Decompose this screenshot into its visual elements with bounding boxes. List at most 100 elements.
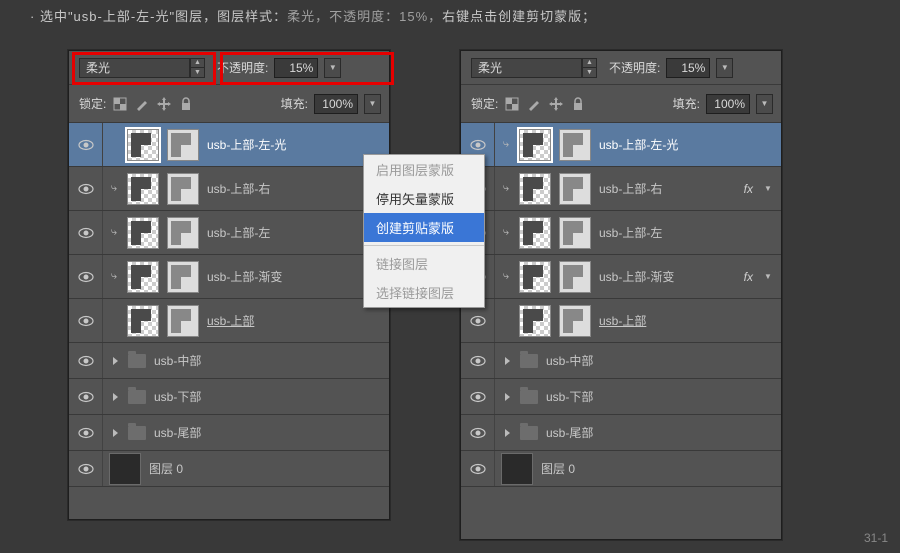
layer-name[interactable]: usb-上部-左 <box>207 224 270 241</box>
layer-thumbnail[interactable] <box>127 217 159 249</box>
fx-expand-icon[interactable]: ▼ <box>761 184 775 193</box>
layer-thumbnail[interactable] <box>519 129 551 161</box>
opacity-input[interactable]: 15% <box>666 58 710 78</box>
layer-name[interactable]: usb-下部 <box>154 388 201 405</box>
layer-row[interactable]: ⤷usb-上部-渐变 <box>69 255 389 299</box>
layer-name[interactable]: usb-上部 <box>599 312 646 329</box>
fill-input[interactable]: 100% <box>314 94 358 114</box>
vector-mask-thumbnail[interactable] <box>559 305 591 337</box>
visibility-toggle[interactable] <box>69 379 103 414</box>
disclosure-triangle-icon[interactable] <box>113 393 118 401</box>
layer-name[interactable]: 图层 0 <box>541 460 575 477</box>
layer-row[interactable]: usb-上部-左-光 <box>69 123 389 167</box>
disclosure-triangle-icon[interactable] <box>505 429 510 437</box>
layer-name[interactable]: usb-上部-左-光 <box>207 136 286 153</box>
visibility-toggle[interactable] <box>461 343 495 378</box>
fx-expand-icon[interactable]: ▼ <box>761 272 775 281</box>
fx-badge[interactable]: fx <box>744 270 753 284</box>
layer-name[interactable]: usb-上部-右 <box>207 180 270 197</box>
lock-move-icon[interactable] <box>156 96 172 112</box>
visibility-toggle[interactable] <box>69 415 103 450</box>
layer-row[interactable]: usb-下部 <box>69 379 389 415</box>
layer-name[interactable]: usb-中部 <box>154 352 201 369</box>
disclosure-triangle-icon[interactable] <box>505 357 510 365</box>
fill-dropdown[interactable]: ▼ <box>756 94 773 114</box>
vector-mask-thumbnail[interactable] <box>167 261 199 293</box>
blend-mode-select[interactable]: 柔光 ▲▼ <box>471 58 597 78</box>
visibility-toggle[interactable] <box>69 211 103 254</box>
opacity-dropdown[interactable]: ▼ <box>716 58 733 78</box>
vector-mask-thumbnail[interactable] <box>559 173 591 205</box>
vector-mask-thumbnail[interactable] <box>167 129 199 161</box>
fill-input[interactable]: 100% <box>706 94 750 114</box>
lock-all-icon[interactable] <box>570 96 586 112</box>
layer-row[interactable]: usb-尾部 <box>69 415 389 451</box>
layer-name[interactable]: usb-尾部 <box>546 424 593 441</box>
lock-transparent-icon[interactable] <box>112 96 128 112</box>
visibility-toggle[interactable] <box>461 379 495 414</box>
layer-name[interactable]: usb-上部-左 <box>599 224 662 241</box>
layer-row[interactable]: ⤷usb-上部-左 <box>461 211 781 255</box>
layer-row[interactable]: ⤷usb-上部-右 <box>69 167 389 211</box>
disclosure-triangle-icon[interactable] <box>113 357 118 365</box>
eye-icon <box>470 391 486 403</box>
vector-mask-thumbnail[interactable] <box>559 129 591 161</box>
layer-row[interactable]: ⤷usb-上部-渐变fx▼ <box>461 255 781 299</box>
menu-item[interactable]: 创建剪贴蒙版 <box>364 213 484 242</box>
layer-name[interactable]: usb-上部-右 <box>599 180 662 197</box>
lock-transparent-icon[interactable] <box>504 96 520 112</box>
layer-name[interactable]: usb-上部-左-光 <box>599 136 678 153</box>
layer-row[interactable]: usb-尾部 <box>461 415 781 451</box>
layer-row[interactable]: usb-下部 <box>461 379 781 415</box>
layer-row[interactable]: usb-上部 <box>69 299 389 343</box>
layer-row[interactable]: usb-中部 <box>69 343 389 379</box>
layer-thumbnail[interactable] <box>109 453 141 485</box>
layer-name[interactable]: usb-上部-渐变 <box>207 268 282 285</box>
fill-dropdown[interactable]: ▼ <box>364 94 381 114</box>
layer-thumbnail[interactable] <box>519 305 551 337</box>
layer-thumbnail[interactable] <box>519 217 551 249</box>
vector-mask-thumbnail[interactable] <box>167 173 199 205</box>
layer-row[interactable]: usb-上部 <box>461 299 781 343</box>
layer-thumbnail[interactable] <box>127 173 159 205</box>
layer-row[interactable]: usb-中部 <box>461 343 781 379</box>
disclosure-triangle-icon[interactable] <box>113 429 118 437</box>
fx-badge[interactable]: fx <box>744 182 753 196</box>
lock-all-icon[interactable] <box>178 96 194 112</box>
vector-mask-thumbnail[interactable] <box>559 217 591 249</box>
layer-thumbnail[interactable] <box>519 261 551 293</box>
layer-thumbnail[interactable] <box>127 261 159 293</box>
layer-thumbnail[interactable] <box>127 305 159 337</box>
layer-thumbnail[interactable] <box>501 453 533 485</box>
visibility-toggle[interactable] <box>461 451 495 486</box>
lock-brush-icon[interactable] <box>526 96 542 112</box>
lock-move-icon[interactable] <box>548 96 564 112</box>
visibility-toggle[interactable] <box>69 123 103 166</box>
disclosure-triangle-icon[interactable] <box>505 393 510 401</box>
visibility-toggle[interactable] <box>69 255 103 298</box>
layer-name[interactable]: usb-上部-渐变 <box>599 268 674 285</box>
vector-mask-thumbnail[interactable] <box>559 261 591 293</box>
layer-name[interactable]: usb-下部 <box>546 388 593 405</box>
lock-brush-icon[interactable] <box>134 96 150 112</box>
blend-mode-stepper[interactable]: ▲▼ <box>582 58 597 78</box>
vector-mask-thumbnail[interactable] <box>167 305 199 337</box>
layer-thumbnail[interactable] <box>519 173 551 205</box>
visibility-toggle[interactable] <box>69 343 103 378</box>
layer-row[interactable]: ⤷usb-上部-左 <box>69 211 389 255</box>
layer-row[interactable]: ⤷usb-上部-左-光 <box>461 123 781 167</box>
layer-thumbnail[interactable] <box>127 129 159 161</box>
layer-name[interactable]: usb-中部 <box>546 352 593 369</box>
visibility-toggle[interactable] <box>69 451 103 486</box>
layer-row[interactable]: ⤷usb-上部-右fx▼ <box>461 167 781 211</box>
layer-row[interactable]: 图层 0 <box>69 451 389 487</box>
layer-name[interactable]: usb-尾部 <box>154 424 201 441</box>
layer-name[interactable]: usb-上部 <box>207 312 254 329</box>
visibility-toggle[interactable] <box>69 299 103 342</box>
visibility-toggle[interactable] <box>461 415 495 450</box>
vector-mask-thumbnail[interactable] <box>167 217 199 249</box>
layer-name[interactable]: 图层 0 <box>149 460 183 477</box>
visibility-toggle[interactable] <box>69 167 103 210</box>
menu-item[interactable]: 停用矢量蒙版 <box>364 184 484 213</box>
layer-row[interactable]: 图层 0 <box>461 451 781 487</box>
